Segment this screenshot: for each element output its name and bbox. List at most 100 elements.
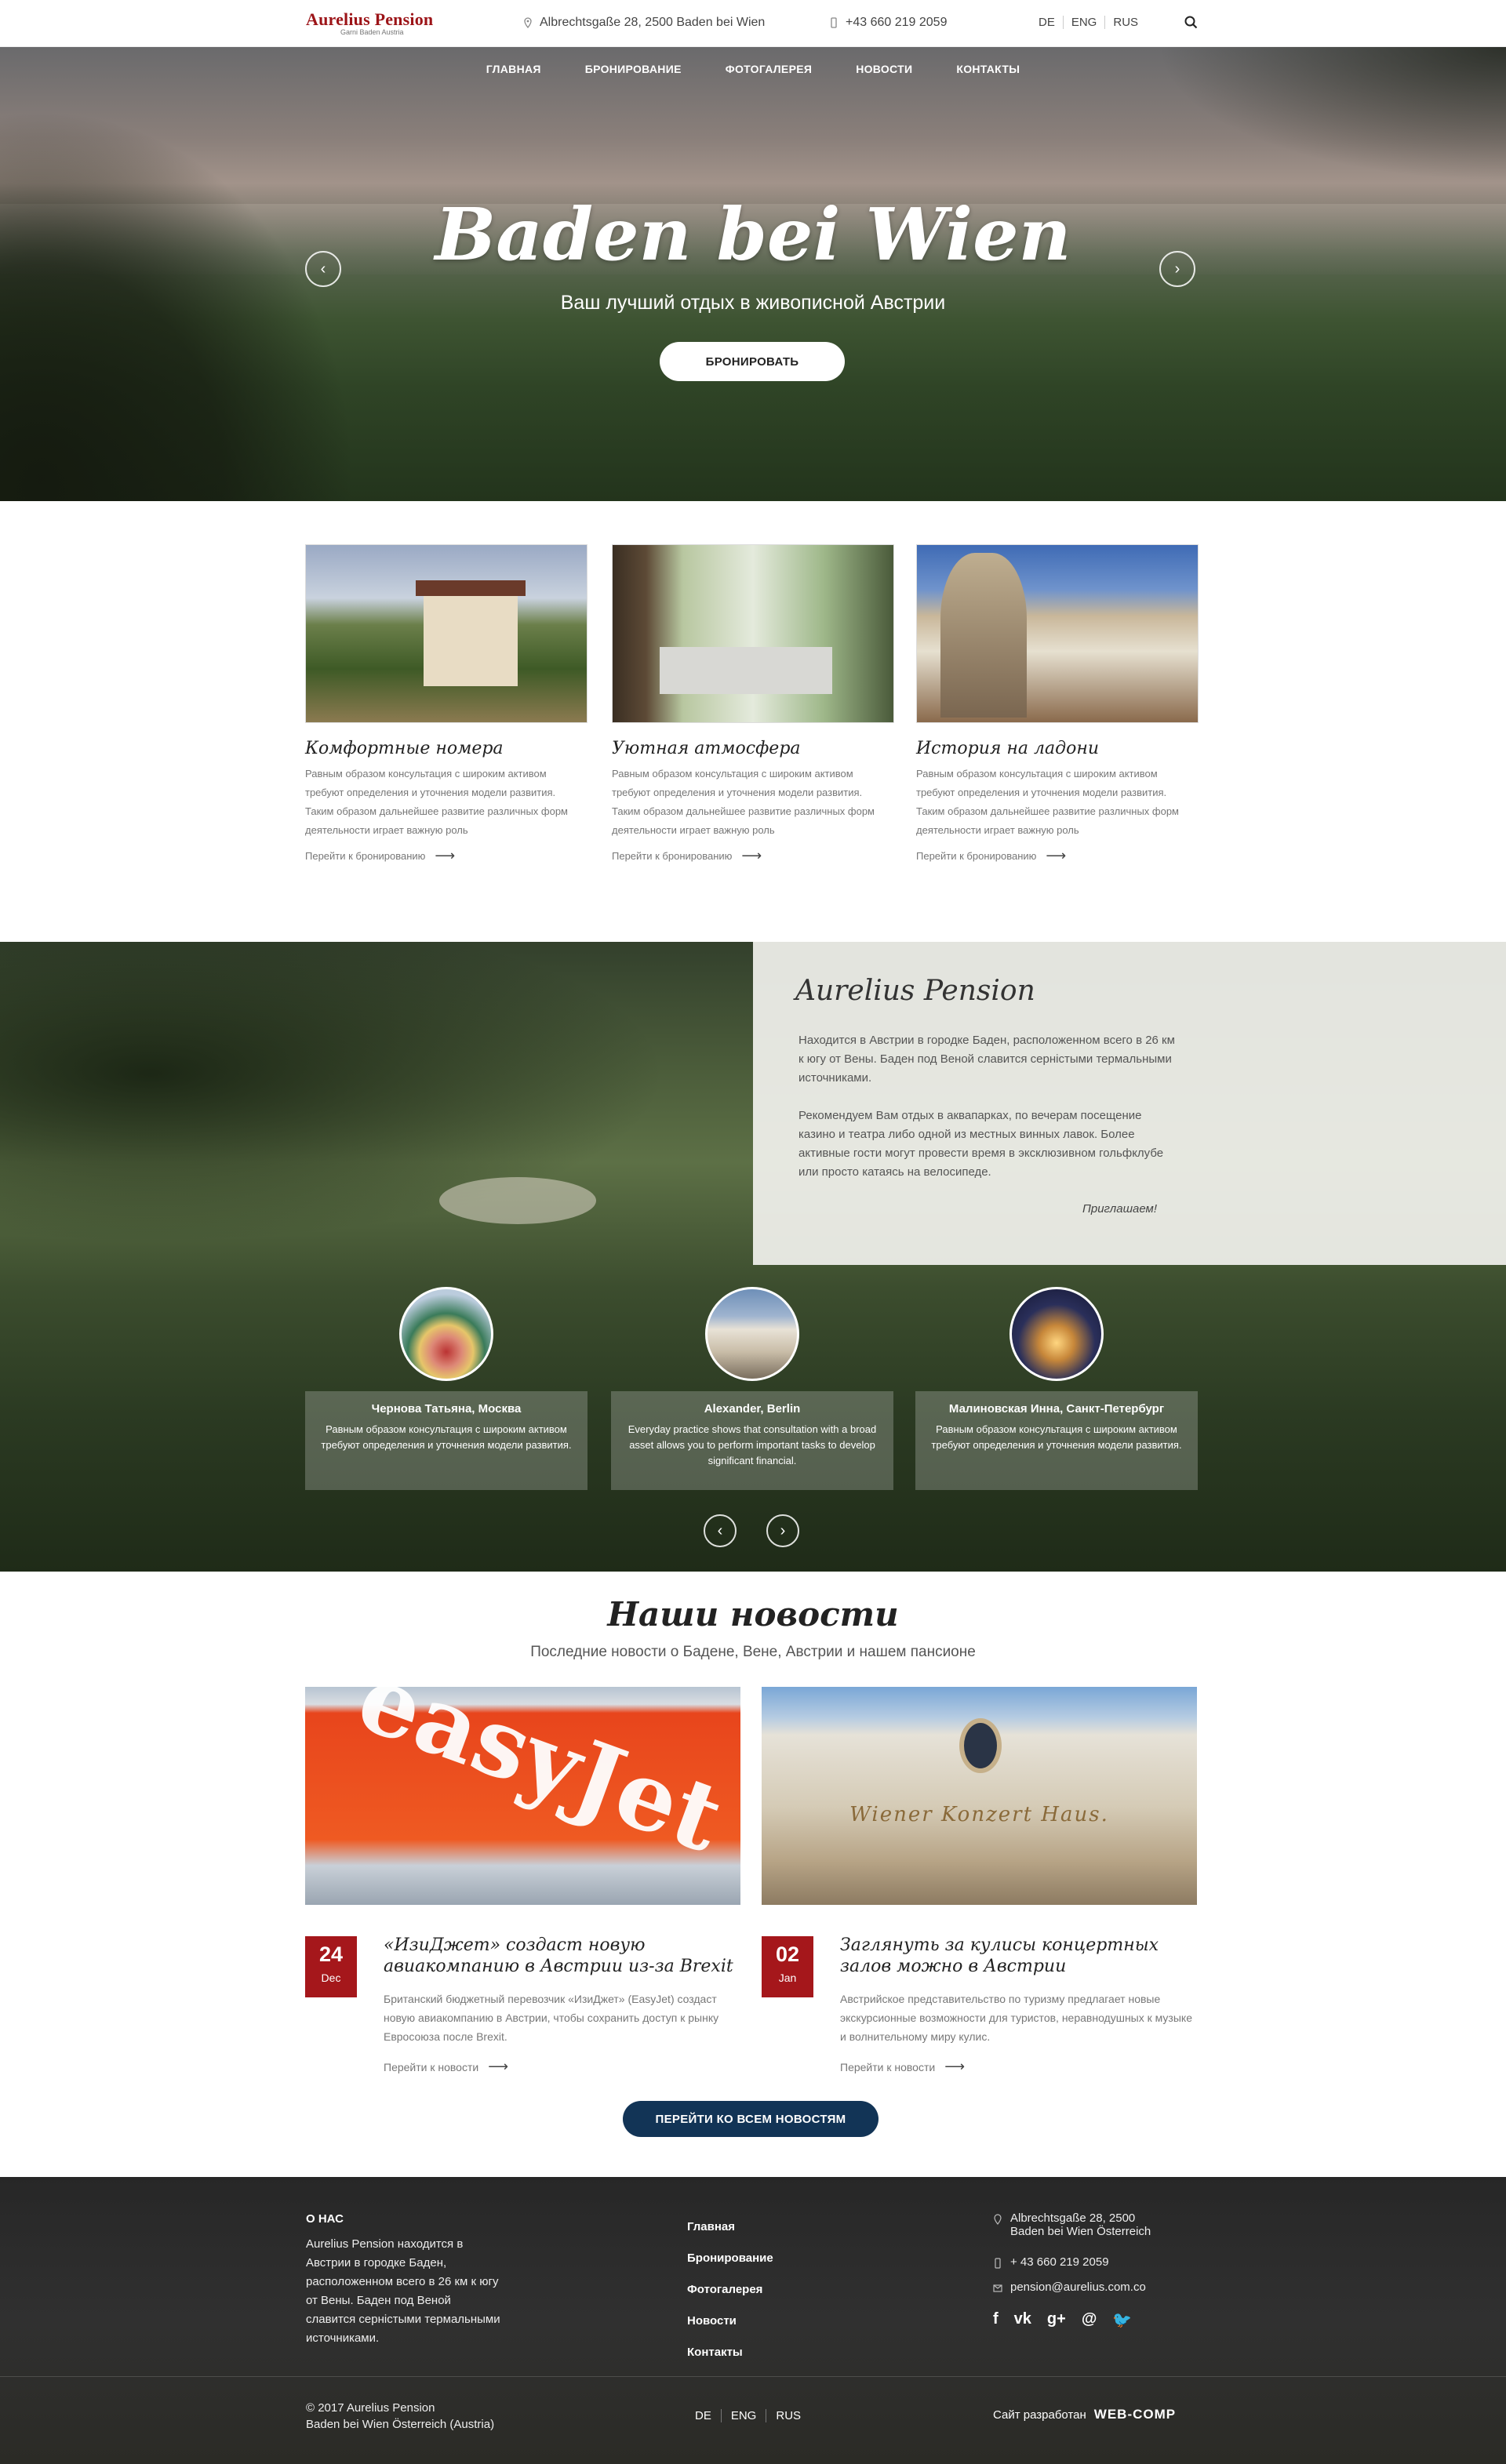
news-title: Наши новости (607, 1595, 899, 1634)
facebook-icon[interactable]: f (993, 2310, 999, 2330)
logo[interactable]: Aurelius Pension Garni Baden Austria (306, 9, 433, 36)
lang-eng[interactable]: ENG (1062, 16, 1105, 29)
twitter-icon[interactable]: 🐦 (1112, 2310, 1132, 2330)
feature-link[interactable]: Перейти к бронированию ⟶ (305, 848, 587, 864)
footer-lang-eng[interactable]: ENG (720, 2409, 766, 2422)
footer-lang-rus[interactable]: RUS (766, 2409, 810, 2422)
developer-credit[interactable]: Сайт разработан WEB-COMP (993, 2407, 1176, 2422)
news-date-day: 24 (318, 1942, 344, 1966)
news-headline[interactable]: «ИзиДжет» создаст новую авиакомпанию в А… (384, 1935, 740, 1977)
location-pin-icon (524, 17, 532, 28)
about-bg-bunker (439, 1177, 596, 1224)
feature-link[interactable]: Перейти к бронированию ⟶ (612, 848, 894, 864)
footer-link-news[interactable]: Новости (687, 2306, 773, 2337)
mail-ru-icon[interactable]: @ (1082, 2310, 1097, 2330)
vk-icon[interactable]: vk (1014, 2310, 1031, 2330)
google-plus-icon[interactable]: g+ (1047, 2310, 1066, 2330)
dev-name: WEB-COMP (1093, 2407, 1177, 2422)
hero-next-button[interactable]: › (1159, 251, 1195, 287)
review-text: Everyday practice shows that consultatio… (628, 1423, 877, 1466)
news-date-month: Jan (778, 1972, 797, 1984)
about-bg-trees (0, 942, 753, 1271)
nav-item-gallery[interactable]: ФОТОГАЛЕРЕЯ (726, 63, 812, 75)
news-link-label: Перейти к новости (840, 2060, 936, 2073)
top-bar: Aurelius Pension Garni Baden Austria Alb… (0, 0, 1506, 47)
location-pin-icon (994, 2214, 1002, 2225)
nav-item-news[interactable]: НОВОСТИ (856, 63, 912, 75)
feature-card: Уютная атмосфера Равным образом консульт… (612, 544, 894, 864)
feature-title: История на ладони (916, 739, 1099, 758)
news-link[interactable]: Перейти к новости ⟶ (384, 2059, 508, 2075)
feature-title: Комфортные номера (305, 739, 504, 758)
news-image-konzerthaus[interactable]: Wiener Konzert Haus. (762, 1687, 1197, 1905)
news-excerpt: Британский бюджетный перевозчик «ИзиДжет… (384, 1993, 719, 2043)
nav-item-home[interactable]: ГЛАВНАЯ (486, 63, 541, 75)
feature-link-label: Перейти к бронированию (305, 850, 426, 862)
feature-link[interactable]: Перейти к бронированию ⟶ (916, 848, 1199, 864)
footer-lang-de[interactable]: DE (687, 2409, 721, 2422)
about-section: Aurelius Pension Находится в Австрии в г… (0, 942, 1506, 1572)
footer-about-text: Aurelius Pension находится в Австрии в г… (306, 2237, 500, 2345)
review-author: Чернова Татьяна, Москва (371, 1402, 522, 1416)
address-text: Albrechtsgaße 28, 2500 Baden bei Wien (540, 16, 766, 29)
news-image-text: easyJet (344, 1687, 737, 1874)
all-news-button[interactable]: ПЕРЕЙТИ КО ВСЕМ НОВОСТЯМ (623, 2101, 878, 2137)
lang-de[interactable]: DE (1031, 16, 1063, 29)
feature-image-rooms (305, 544, 587, 723)
footer-link-gallery[interactable]: Фотогалерея (687, 2274, 773, 2306)
arrow-right-icon: ⟶ (435, 848, 456, 863)
mobile-phone-icon (831, 17, 837, 28)
about-signature: Приглашаем! (1082, 1202, 1158, 1216)
reviews-prev-button[interactable]: ‹ (704, 1514, 737, 1547)
news-subtitle: Последние новости о Бадене, Вене, Австри… (530, 1644, 976, 1660)
feature-text: Равным образом консультация с широким ак… (916, 768, 1179, 836)
feature-card: История на ладони Равным образом консуль… (916, 544, 1199, 864)
footer-nav: Главная Бронирование Фотогалерея Новости… (687, 2211, 773, 2368)
chevron-right-icon: › (780, 1521, 786, 1539)
news-link-label: Перейти к новости (384, 2060, 479, 2073)
nav-item-booking[interactable]: БРОНИРОВАНИЕ (585, 63, 682, 75)
hero-subtitle: Ваш лучший отдых в живописной Австрии (560, 292, 946, 314)
avatar (399, 1287, 493, 1381)
news-link[interactable]: Перейти к новости ⟶ (840, 2059, 965, 2075)
copyright-line: Baden bei Wien Österreich (Austria) (306, 2418, 495, 2431)
footer-email[interactable]: pension@aurelius.com.co (993, 2280, 1146, 2294)
footer-about-title: О НАС (306, 2212, 344, 2226)
about-paragraph: Рекомендуем Вам отдых в аквапарках, по в… (798, 1109, 1164, 1179)
book-button[interactable]: БРОНИРОВАТЬ (660, 342, 845, 381)
reviews-next-button[interactable]: › (766, 1514, 799, 1547)
news-headline[interactable]: Заглянуть за кулисы концертных залов мож… (840, 1935, 1197, 1977)
avatar (705, 1287, 799, 1381)
lang-rus[interactable]: RUS (1104, 16, 1146, 29)
copyright: © 2017 Aurelius Pension Baden bei Wien Ö… (306, 2400, 494, 2433)
feature-card: Комфортные номера Равным образом консуль… (305, 544, 587, 864)
arrow-right-icon: ⟶ (944, 2059, 966, 2074)
news-image-easyjet[interactable]: easyJet (305, 1687, 740, 1905)
news-date-month: Dec (321, 1972, 341, 1984)
search-icon[interactable] (1183, 14, 1200, 31)
footer-link-contacts[interactable]: Контакты (687, 2337, 773, 2368)
about-paragraph: Находится в Австрии в городке Баден, рас… (798, 1034, 1175, 1085)
footer-link-home[interactable]: Главная (687, 2211, 773, 2243)
dev-label: Сайт разработан (993, 2408, 1086, 2422)
feature-title: Уютная атмосфера (612, 739, 801, 758)
footer-phone-text: + 43 660 219 2059 (1010, 2255, 1109, 2269)
footer: О НАС Aurelius Pension находится в Австр… (0, 2177, 1506, 2464)
feature-image-history (916, 544, 1199, 723)
feature-text: Равным образом консультация с широким ак… (612, 768, 875, 836)
footer-phone[interactable]: + 43 660 219 2059 (993, 2255, 1109, 2269)
about-title: Aurelius Pension (795, 975, 1035, 1007)
feature-text: Равным образом консультация с широким ак… (305, 768, 568, 836)
header-phone[interactable]: +43 660 219 2059 (828, 16, 947, 30)
nav-item-contacts[interactable]: КОНТАКТЫ (956, 63, 1020, 75)
logo-title: Aurelius Pension (306, 9, 434, 29)
footer-address-line2: Baden bei Wien Österreich (1010, 2225, 1151, 2238)
news-excerpt: Австрийское представительство по туризму… (840, 1993, 1192, 2043)
review-author: Alexander, Berlin (704, 1402, 801, 1416)
copyright-line: © 2017 Aurelius Pension (306, 2401, 435, 2415)
news-card: easyJet 24 Dec «ИзиДжет» создаст новую а… (305, 1687, 740, 2074)
hero-slider: ГЛАВНАЯ БРОНИРОВАНИЕ ФОТОГАЛЕРЕЯ НОВОСТИ… (0, 47, 1506, 501)
hero-prev-button[interactable]: ‹ (305, 251, 341, 287)
footer-link-booking[interactable]: Бронирование (687, 2243, 773, 2274)
news-date: 24 Dec (305, 1936, 357, 1997)
